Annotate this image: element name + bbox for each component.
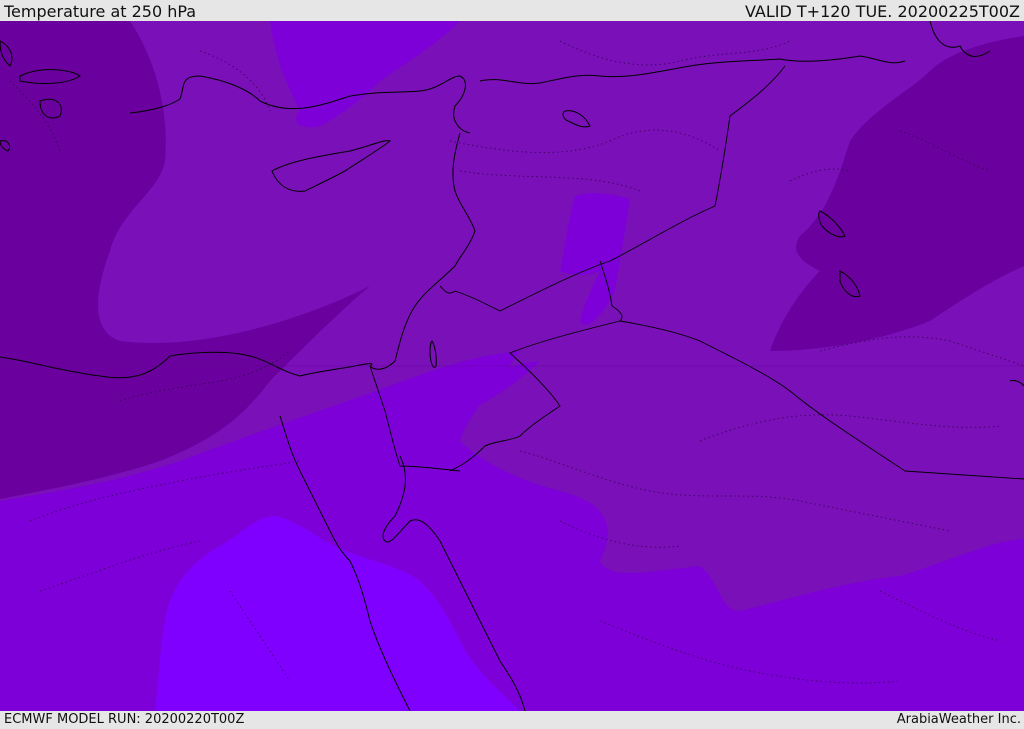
map-title: Temperature at 250 hPa xyxy=(4,2,197,21)
credit-label: ArabiaWeather Inc. xyxy=(896,712,1021,727)
map-svg xyxy=(0,21,1024,711)
footer-bar: ECMWF MODEL RUN: 20200220T00Z ArabiaWeat… xyxy=(0,711,1024,729)
map-canvas[interactable] xyxy=(0,21,1024,711)
header-bar: Temperature at 250 hPa VALID T+120 TUE. … xyxy=(0,0,1024,21)
valid-time-label: VALID T+120 TUE. 20200225T00Z xyxy=(744,2,1020,21)
model-run-label: ECMWF MODEL RUN: 20200220T00Z xyxy=(4,712,245,727)
